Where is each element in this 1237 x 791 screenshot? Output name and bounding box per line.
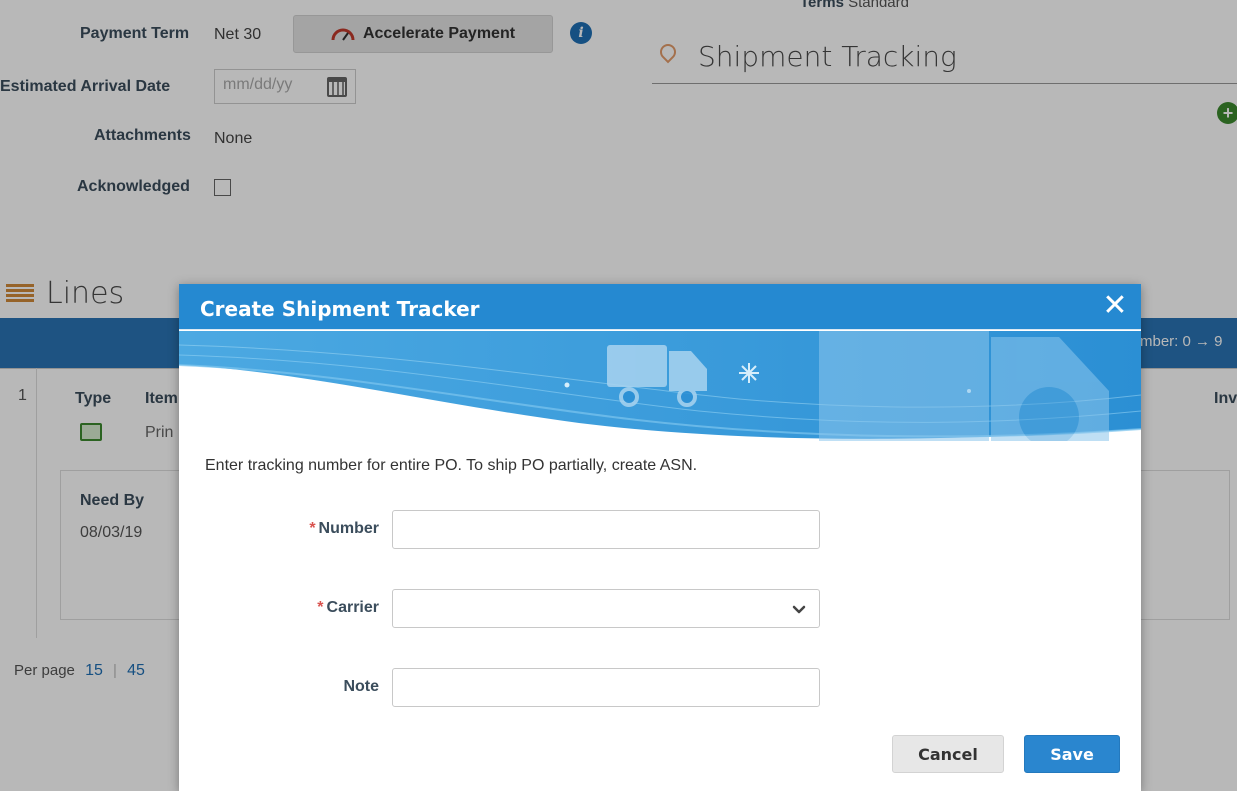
instruction-text: Enter tracking number for entire PO. To … xyxy=(205,457,698,474)
dialog-header: Create Shipment Tracker ✕ xyxy=(179,284,1141,330)
note-row: Note xyxy=(179,668,1141,708)
close-icon[interactable]: ✕ xyxy=(1099,290,1131,322)
truck-large-icon xyxy=(819,331,1109,441)
number-label-text: Number xyxy=(318,520,379,537)
create-shipment-tracker-dialog: Create Shipment Tracker ✕ Enter tracking… xyxy=(179,284,1141,791)
carrier-row: * Carrier xyxy=(179,589,1141,629)
note-label: Note xyxy=(343,678,379,695)
carrier-select[interactable] xyxy=(392,589,820,628)
number-label: * Number xyxy=(309,520,379,538)
carrier-label-text: Carrier xyxy=(326,599,379,616)
carrier-label: * Carrier xyxy=(317,599,379,617)
required-mark: * xyxy=(317,599,324,616)
dialog-title: Create Shipment Tracker xyxy=(200,297,480,321)
shipment-banner xyxy=(179,331,1141,441)
sparkle-icon xyxy=(739,363,759,383)
number-input[interactable] xyxy=(392,510,820,549)
cancel-button[interactable]: Cancel xyxy=(892,735,1004,773)
required-mark: * xyxy=(309,520,316,537)
note-input[interactable] xyxy=(392,668,820,707)
number-row: * Number xyxy=(179,510,1141,550)
chevron-down-icon[interactable] xyxy=(791,601,807,617)
save-button[interactable]: Save xyxy=(1024,735,1120,773)
